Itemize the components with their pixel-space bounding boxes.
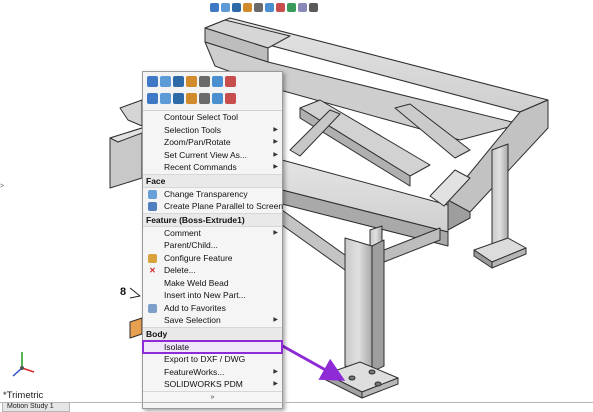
menu-item-parent-child[interactable]: Parent/Child... <box>143 239 282 252</box>
menu-item-label: Recent Commands <box>164 162 237 172</box>
panel-collapse-marker[interactable]: > <box>0 183 4 190</box>
submenu-arrow-icon: ▶ <box>273 381 278 387</box>
menu-item-label: Zoom/Pan/Rotate <box>164 137 231 147</box>
shaded-icon[interactable] <box>212 93 223 104</box>
menu-item-delete[interactable]: ✕ Delete... <box>143 264 282 277</box>
menu-item-label: SOLIDWORKS PDM <box>164 379 243 389</box>
view-icon[interactable] <box>212 76 223 87</box>
zoom-icon[interactable] <box>186 76 197 87</box>
dimension-label: 8 <box>120 286 127 298</box>
hide-show-icon[interactable] <box>276 2 285 12</box>
sketch-plane-icon[interactable] <box>160 93 171 104</box>
submenu-arrow-icon: ▶ <box>273 164 278 170</box>
isometric-icon[interactable] <box>199 93 210 104</box>
menu-item-label: Comment <box>164 227 201 238</box>
submenu-arrow-icon: ▶ <box>273 139 278 145</box>
menu-section-feature: Feature (Boss-Extrude1) <box>143 212 282 227</box>
submenu-arrow-icon: ▶ <box>273 317 278 323</box>
menu-item-selection-tools[interactable]: Selection Tools ▶ <box>143 124 282 137</box>
sketch-icon[interactable] <box>160 76 171 87</box>
menu-item-label: Set Current View As... <box>164 149 247 160</box>
menu-item-zoom-pan-rotate[interactable]: Zoom/Pan/Rotate ▶ <box>143 136 282 149</box>
hide-icon[interactable] <box>173 93 184 104</box>
submenu-arrow-icon: ▶ <box>273 151 278 158</box>
zoom-selection-icon[interactable] <box>186 93 197 104</box>
graphics-area[interactable] <box>0 0 593 408</box>
menu-item-label: Make Weld Bead <box>164 277 229 288</box>
delete-icon: ✕ <box>149 266 156 275</box>
context-menu-items: Contour Select Tool Selection Tools ▶ Zoo… <box>142 111 284 404</box>
menu-item-export-dxf-dwg[interactable]: Export to DXF / DWG <box>143 353 282 366</box>
section-view-icon[interactable] <box>243 2 252 12</box>
context-toolbar-row-1 <box>147 76 236 87</box>
menu-item-add-to-favorites[interactable]: Add to Favorites <box>143 302 282 315</box>
menu-item-make-weld-bead[interactable]: Make Weld Bead <box>143 277 282 290</box>
menu-item-label: Save Selection <box>164 315 221 325</box>
menu-item-label: Create Plane Parallel to Screen <box>164 201 284 211</box>
tab-motion-study[interactable]: Motion Study 1 <box>2 402 70 412</box>
menu-item-featureworks[interactable]: FeatureWorks... ▶ <box>143 366 282 379</box>
menu-item-change-transparency[interactable]: Change Transparency <box>143 188 282 201</box>
menu-item-set-current-view[interactable]: Set Current View As... ▶ <box>143 149 282 162</box>
menu-general-group: Contour Select Tool Selection Tools ▶ Zoo… <box>143 111 282 174</box>
configure-icon <box>148 253 157 263</box>
display-style-icon[interactable] <box>265 2 274 12</box>
menu-item-label: Export to DXF / DWG <box>164 354 246 364</box>
menu-item-solidworks-pdm[interactable]: SOLIDWORKS PDM ▶ <box>143 378 282 391</box>
zoom-fit-icon[interactable] <box>210 2 219 12</box>
heads-up-view-toolbar <box>210 1 318 13</box>
appearance-icon[interactable] <box>147 76 158 87</box>
context-menu: Contour Select Tool Selection Tools ▶ Zoo… <box>142 71 283 409</box>
submenu-arrow-icon: ▶ <box>273 126 278 133</box>
menu-item-label: Contour Select Tool <box>164 112 239 122</box>
submenu-arrow-icon: ▶ <box>273 229 278 236</box>
view-settings-icon[interactable] <box>309 2 318 12</box>
coordinate-triad <box>12 352 35 377</box>
menu-item-configure-feature[interactable]: Configure Feature <box>143 252 282 265</box>
menu-item-label: Change Transparency <box>164 188 248 199</box>
menu-item-insert-into-new-part[interactable]: Insert into New Part... <box>143 289 282 302</box>
apply-scene-icon[interactable] <box>298 2 307 12</box>
menu-item-recent-commands[interactable]: Recent Commands ▶ <box>143 161 282 174</box>
transparency-icon <box>148 189 157 199</box>
normal-to-icon[interactable] <box>147 93 158 104</box>
menu-item-label: FeatureWorks... <box>164 366 225 377</box>
undo-icon[interactable] <box>199 76 210 87</box>
menu-item-label: Insert into New Part... <box>164 290 246 300</box>
menu-section-face: Face <box>143 173 282 188</box>
smart-dimension-icon[interactable] <box>173 76 184 87</box>
menu-item-isolate[interactable]: Isolate <box>142 339 283 354</box>
menu-item-label: Add to Favorites <box>164 302 226 313</box>
menu-item-label: Isolate <box>164 341 190 352</box>
submenu-arrow-icon: ▶ <box>273 368 278 375</box>
previous-view-icon[interactable] <box>232 2 241 12</box>
context-toolbar <box>143 72 282 111</box>
rebuild-icon[interactable] <box>225 76 236 87</box>
menu-section-body: Body <box>143 326 282 341</box>
view-orientation-label: *Trimetric <box>3 390 44 401</box>
menu-item-contour-select-tool[interactable]: Contour Select Tool <box>143 111 282 124</box>
edit-appearance-icon[interactable] <box>287 2 296 12</box>
callout-arrow <box>278 342 346 381</box>
view-orientation-icon[interactable] <box>254 2 263 12</box>
menu-item-label: Parent/Child... <box>164 240 218 250</box>
leg-front[interactable] <box>344 237 373 373</box>
bottom-tab-divider <box>0 402 593 403</box>
menu-item-create-plane-parallel[interactable]: Create Plane Parallel to Screen <box>143 200 284 213</box>
menu-item-comment[interactable]: Comment ▶ <box>143 227 282 240</box>
context-toolbar-row-2 <box>147 93 236 104</box>
menu-item-label: Delete... <box>164 265 196 275</box>
zoom-area-icon[interactable] <box>221 2 230 12</box>
menu-item-label: Configure Feature <box>164 252 233 263</box>
menu-item-save-selection[interactable]: Save Selection ▶ <box>143 314 282 327</box>
edges-icon[interactable] <box>225 93 236 104</box>
plane-icon <box>148 202 157 211</box>
menu-item-label: Selection Tools <box>164 124 222 135</box>
favorites-icon <box>148 303 157 313</box>
